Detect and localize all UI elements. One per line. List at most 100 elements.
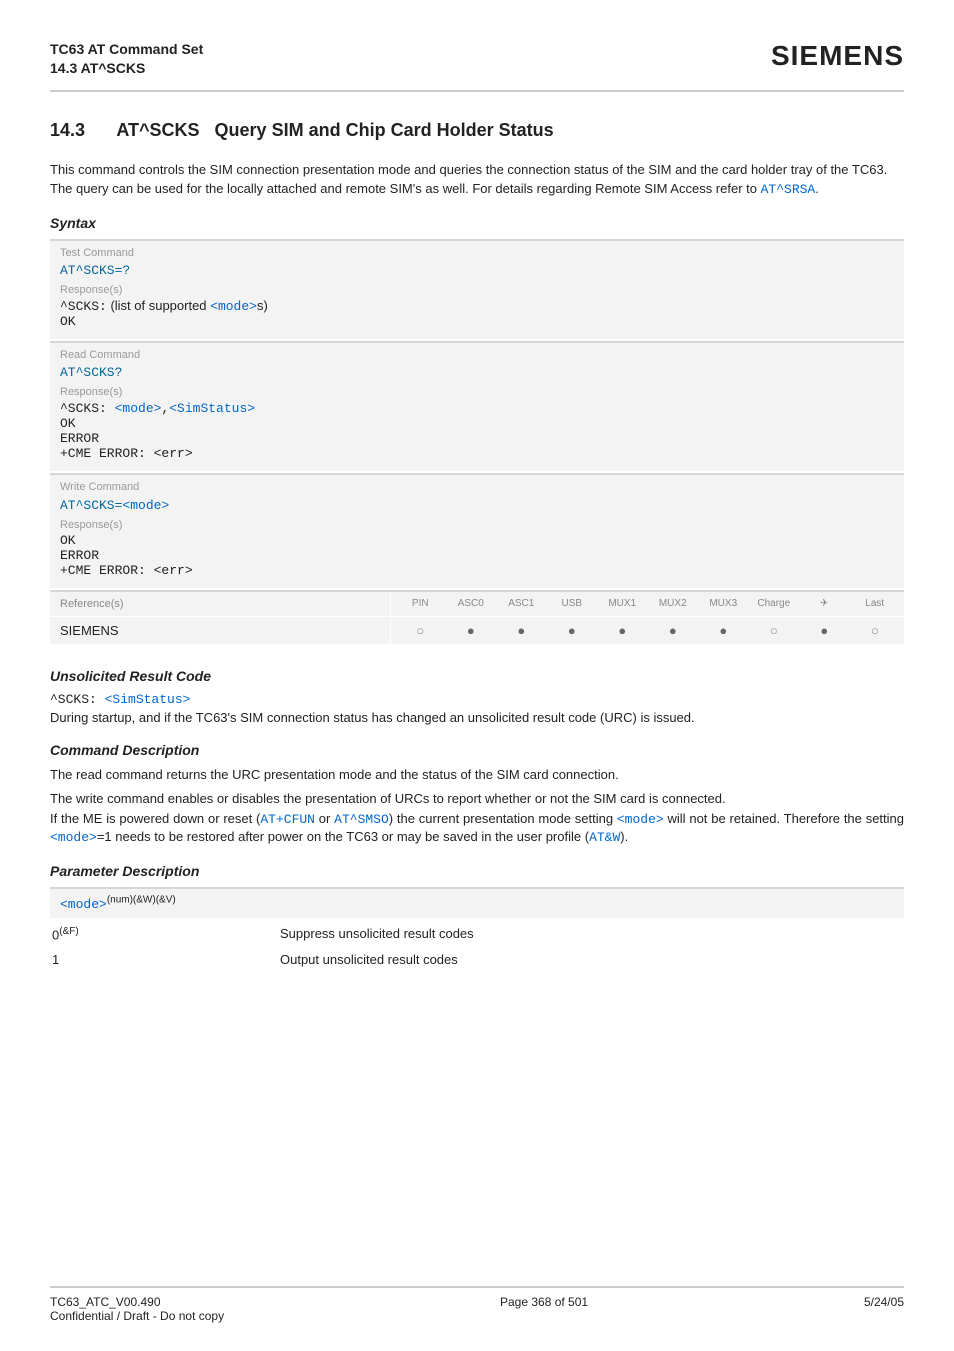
write-command: AT^SCKS=<mode> bbox=[60, 497, 894, 513]
col-mux2: MUX2 bbox=[648, 598, 699, 609]
cmddesc-heading: Command Description bbox=[50, 742, 904, 758]
urc-text: During startup, and if the TC63's SIM co… bbox=[50, 709, 904, 727]
test-resp-prefix: ^SCKS: bbox=[60, 299, 107, 314]
param-mode-link[interactable]: <mode> bbox=[60, 897, 107, 912]
test-resp-mid: (list of supported bbox=[110, 298, 210, 313]
intro-p1: This command controls the SIM connection… bbox=[50, 161, 904, 179]
syntax-heading: Syntax bbox=[50, 215, 904, 231]
link-mode-5[interactable]: <mode> bbox=[50, 830, 97, 845]
col-mux3: MUX3 bbox=[698, 598, 749, 609]
test-resp-suffix: s) bbox=[257, 298, 268, 313]
link-mode-3[interactable]: <mode> bbox=[122, 498, 169, 513]
cmddesc-p3e: =1 needs to be restored after power on t… bbox=[97, 829, 589, 844]
read-command: AT^SCKS? bbox=[60, 365, 894, 380]
footer-confidential: Confidential / Draft - Do not copy bbox=[50, 1309, 224, 1323]
col-last: Last bbox=[850, 598, 901, 609]
ref-dot-✈: ● bbox=[799, 623, 850, 638]
test-command: AT^SCKS=? bbox=[60, 263, 894, 278]
cmddesc-p3f: ). bbox=[620, 829, 628, 844]
read-error: ERROR bbox=[60, 431, 894, 446]
paramdesc-heading: Parameter Description bbox=[50, 863, 904, 879]
read-cme: +CME ERROR: <err> bbox=[60, 446, 894, 461]
read-response-line: ^SCKS: <mode>,<SimStatus> bbox=[60, 400, 894, 416]
reference-header-row: Reference(s) PIN ASC0 ASC1 USB MUX1 MUX2… bbox=[50, 590, 904, 616]
reference-label: Reference(s) bbox=[50, 592, 390, 616]
urc-code: ^SCKS: <SimStatus> bbox=[50, 692, 904, 707]
param-row: 1Output unsolicited result codes bbox=[50, 948, 904, 973]
col-asc0: ASC0 bbox=[446, 598, 497, 609]
link-atw[interactable]: AT&W bbox=[589, 830, 620, 845]
ref-dot-mux1: ● bbox=[597, 623, 648, 638]
reference-columns: PIN ASC0 ASC1 USB MUX1 MUX2 MUX3 Charge … bbox=[390, 592, 904, 616]
read-ok: OK bbox=[60, 416, 894, 431]
cmddesc-p3a: If the ME is powered down or reset ( bbox=[50, 811, 260, 826]
param-row: 0(&F)Suppress unsolicited result codes bbox=[50, 922, 904, 948]
param-value: Suppress unsolicited result codes bbox=[280, 922, 904, 948]
col-airplane-icon: ✈ bbox=[799, 598, 850, 609]
ref-dot-asc0: ● bbox=[446, 623, 497, 638]
page-footer: TC63_ATC_V00.490 Confidential / Draft - … bbox=[50, 1295, 904, 1323]
ref-dot-pin: ○ bbox=[395, 623, 446, 638]
param-sup: (num)(&W)(&V) bbox=[107, 895, 176, 906]
cmddesc-p2: The write command enables or disables th… bbox=[50, 790, 904, 808]
write-response-label: Response(s) bbox=[60, 519, 894, 531]
ref-dot-usb: ● bbox=[547, 623, 598, 638]
param-header-box: <mode>(num)(&W)(&V) bbox=[50, 887, 904, 918]
link-mode-4[interactable]: <mode> bbox=[617, 812, 664, 827]
reference-value: SIEMENS bbox=[50, 617, 390, 644]
test-command-label: Test Command bbox=[60, 247, 894, 259]
test-response-label: Response(s) bbox=[60, 284, 894, 296]
header-divider bbox=[50, 90, 904, 92]
write-ok: OK bbox=[60, 533, 894, 548]
link-mode-1[interactable]: <mode> bbox=[210, 299, 257, 314]
urc-prefix: ^SCKS: bbox=[50, 692, 105, 707]
link-atsmso[interactable]: AT^SMSO bbox=[334, 812, 389, 827]
param-key: 1 bbox=[50, 948, 280, 973]
footer-left: TC63_ATC_V00.490 Confidential / Draft - … bbox=[50, 1295, 224, 1323]
read-response-label: Response(s) bbox=[60, 386, 894, 398]
brand-logo: SIEMENS bbox=[771, 40, 904, 72]
section-title-rest: Query SIM and Chip Card Holder Status bbox=[215, 120, 554, 140]
link-at-srsa[interactable]: AT^SRSA bbox=[761, 182, 816, 197]
section-title: 14.3 AT^SCKS Query SIM and Chip Card Hol… bbox=[50, 120, 904, 141]
write-error: ERROR bbox=[60, 548, 894, 563]
header-left: TC63 AT Command Set 14.3 AT^SCKS bbox=[50, 40, 203, 78]
read-resp-prefix: ^SCKS: bbox=[60, 401, 115, 416]
section-cmd: AT^SCKS bbox=[116, 120, 199, 140]
ref-dot-mux2: ● bbox=[648, 623, 699, 638]
ref-dot-asc1: ● bbox=[496, 623, 547, 638]
read-command-label: Read Command bbox=[60, 349, 894, 361]
link-simstatus-1[interactable]: <SimStatus> bbox=[169, 401, 255, 416]
cmddesc-p3d: will not be retained. Therefore the sett… bbox=[664, 811, 904, 826]
footer-date: 5/24/05 bbox=[864, 1295, 904, 1323]
urc-heading: Unsolicited Result Code bbox=[50, 668, 904, 684]
reference-dots: ○●●●●●●○●○ bbox=[390, 617, 904, 644]
cmddesc-p3c: ) the current presentation mode setting bbox=[389, 811, 617, 826]
link-atcfun[interactable]: AT+CFUN bbox=[260, 812, 315, 827]
intro-p2: The query can be used for the locally at… bbox=[50, 180, 904, 199]
col-pin: PIN bbox=[395, 598, 446, 609]
intro-p2b: . bbox=[815, 181, 819, 196]
param-value: Output unsolicited result codes bbox=[280, 948, 904, 973]
footer-divider bbox=[50, 1286, 904, 1288]
param-rows: 0(&F)Suppress unsolicited result codes1O… bbox=[50, 922, 904, 973]
col-charge: Charge bbox=[749, 598, 800, 609]
write-cme: +CME ERROR: <err> bbox=[60, 563, 894, 578]
cmddesc-p3: If the ME is powered down or reset (AT+C… bbox=[50, 810, 904, 847]
doc-section-ref: 14.3 AT^SCKS bbox=[50, 59, 203, 78]
footer-page: Page 368 of 501 bbox=[500, 1295, 588, 1323]
link-simstatus-2[interactable]: <SimStatus> bbox=[105, 692, 191, 707]
ref-dot-last: ○ bbox=[850, 623, 901, 638]
col-usb: USB bbox=[547, 598, 598, 609]
write-cmd-prefix: AT^SCKS= bbox=[60, 498, 122, 513]
ref-dot-mux3: ● bbox=[698, 623, 749, 638]
col-mux1: MUX1 bbox=[597, 598, 648, 609]
param-head: <mode>(num)(&W)(&V) bbox=[60, 896, 176, 911]
cmddesc-p1: The read command returns the URC present… bbox=[50, 766, 904, 784]
syntax-test-box: Test Command AT^SCKS=? Response(s) ^SCKS… bbox=[50, 239, 904, 339]
syntax-read-box: Read Command AT^SCKS? Response(s) ^SCKS:… bbox=[50, 341, 904, 471]
page-header: TC63 AT Command Set 14.3 AT^SCKS SIEMENS bbox=[50, 40, 904, 78]
doc-title: TC63 AT Command Set bbox=[50, 40, 203, 59]
link-mode-2[interactable]: <mode> bbox=[115, 401, 162, 416]
intro-p2a: The query can be used for the locally at… bbox=[50, 181, 761, 196]
